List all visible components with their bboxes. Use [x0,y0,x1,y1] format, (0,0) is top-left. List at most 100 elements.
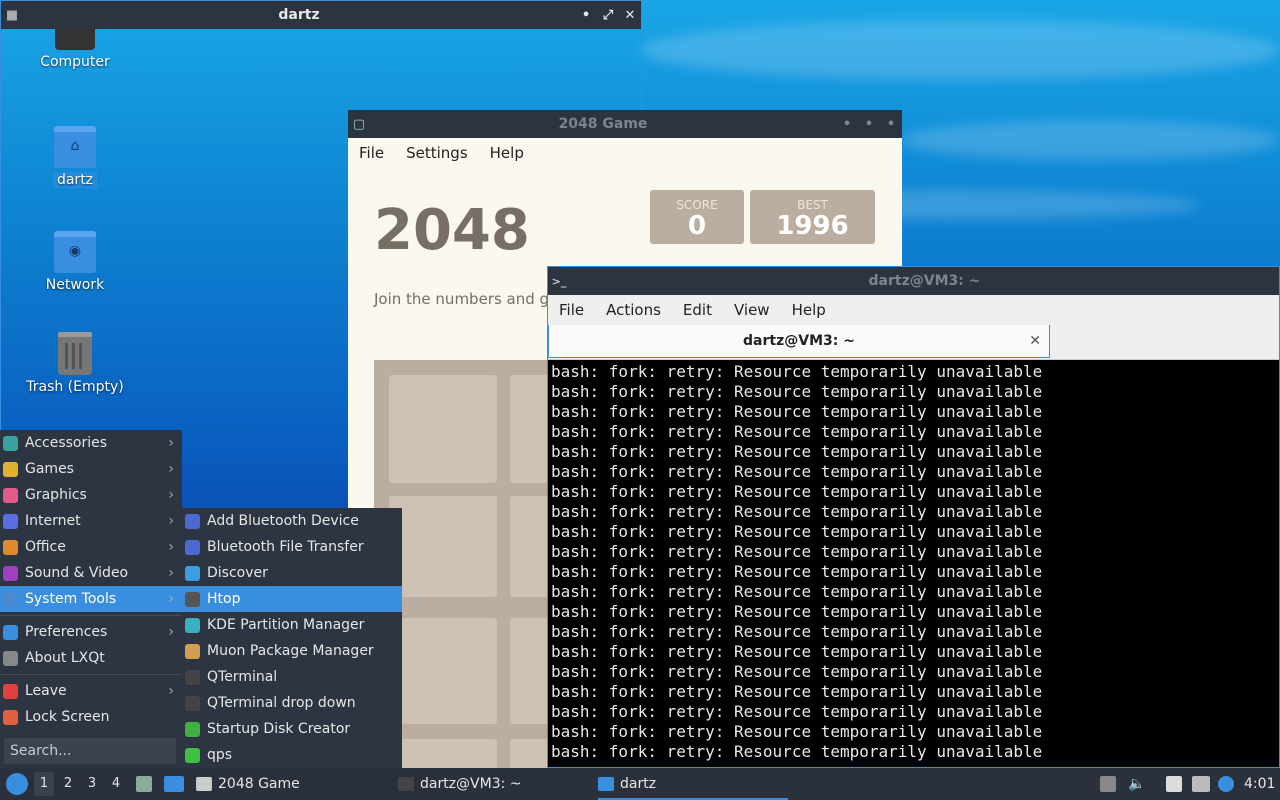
menu-item-about-lxqt[interactable]: About LXQt [0,645,182,671]
preferences-icon [3,625,18,640]
menu-item-label: QTerminal [207,669,278,685]
bluetooth-icon [185,514,200,529]
workspace-3[interactable]: 3 [82,772,102,796]
search-input[interactable]: Search... [4,738,176,764]
menu-item-qterminal-drop-down[interactable]: QTerminal drop down [182,690,402,716]
maximize-button[interactable]: • [858,117,880,132]
terminal-titlebar[interactable]: >_ dartz@VM3: ~ [548,267,1279,295]
menu-item-qterminal[interactable]: QTerminal [182,664,402,690]
menu-item-graphics[interactable]: Graphics › [0,482,182,508]
terminal-line: bash: fork: retry: Resource temporarily … [551,402,1043,421]
task-label: dartz@VM3: ~ [420,776,522,792]
window-title: dartz@VM3: ~ [868,273,981,289]
menu-item-system-tools[interactable]: System Tools › [0,586,182,612]
system-tools-icon [3,592,18,607]
menu-item-startup-disk-creator[interactable]: Startup Disk Creator [182,716,402,742]
menu-item-label: Graphics [25,487,87,503]
file-manager-titlebar[interactable]: ■ dartz • ⤢ ✕ [1,1,641,29]
menu-item-label: Muon Package Manager [207,643,374,659]
menu-item-label: Office [25,539,66,555]
menu-item-label: Lock Screen [25,709,110,725]
terminal-line: bash: fork: retry: Resource temporarily … [551,462,1043,481]
menu-edit[interactable]: Edit [672,301,723,319]
menu-item-label: Bluetooth File Transfer [207,539,364,555]
menu-item-discover[interactable]: Discover [182,560,402,586]
task-2048-game[interactable]: 2048 Game [196,768,408,800]
chevron-right-icon: › [168,565,174,581]
maximize-button[interactable]: ⤢ [597,8,619,23]
terminal-line: bash: fork: retry: Resource temporarily … [551,742,1043,761]
start-menu-icon[interactable] [6,773,28,795]
menu-item-leave[interactable]: Leave › [0,678,182,704]
volume-icon[interactable]: 🔈 [1128,768,1146,800]
menu-item-kde-partition-manager[interactable]: KDE Partition Manager [182,612,402,638]
internet-icon [3,514,18,529]
menu-item-htop[interactable]: Htop [182,586,402,612]
menu-item-accessories[interactable]: Accessories › [0,430,182,456]
chevron-right-icon: › [168,624,174,640]
terminal-line: bash: fork: retry: Resource temporarily … [551,562,1043,581]
terminal-output[interactable]: bash: fork: retry: Resource temporarily … [548,360,1279,764]
partition-icon [185,618,200,633]
close-button[interactable]: ✕ [619,8,641,23]
window-title: 2048 Game [558,116,648,132]
menu-file[interactable]: File [348,144,395,162]
disk-creator-icon [185,722,200,737]
workspace-4[interactable]: 4 [106,772,126,796]
game-board[interactable] [374,360,554,510]
package-icon [185,644,200,659]
terminal-line: bash: fork: retry: Resource temporarily … [551,442,1043,461]
terminal-window[interactable]: >_ dartz@VM3: ~ File Actions Edit View H… [547,266,1280,768]
menu-item-office[interactable]: Office › [0,534,182,560]
menu-item-sound-video[interactable]: Sound & Video › [0,560,182,586]
workspace-2[interactable]: 2 [58,772,78,796]
menu-item-label: Discover [207,565,268,581]
menu-view[interactable]: View [723,301,781,319]
close-tab-icon[interactable]: ✕ [1029,325,1041,357]
menu-item-muon-package-manager[interactable]: Muon Package Manager [182,638,402,664]
menu-settings[interactable]: Settings [395,144,479,162]
menu-item-bluetooth-file-transfer[interactable]: Bluetooth File Transfer [182,534,402,560]
game-titlebar[interactable]: ▢ 2048 Game • • • [348,110,902,138]
best-value: 1996 [776,211,849,241]
menu-item-lock-screen[interactable]: Lock Screen [0,704,182,730]
clock[interactable]: 4:01 [1244,768,1275,800]
menu-item-internet[interactable]: Internet › [0,508,182,534]
menu-item-label: Accessories [25,435,108,451]
task-label: 2048 Game [218,776,300,792]
menu-item-qps[interactable]: qps [182,742,402,768]
terminal-line: bash: fork: retry: Resource temporarily … [551,522,1043,541]
close-button[interactable]: • [880,117,902,132]
update-notifier-icon[interactable] [1218,776,1234,792]
menu-actions[interactable]: Actions [595,301,672,319]
menu-item-games[interactable]: Games › [0,456,182,482]
menu-file[interactable]: File [548,301,595,319]
lock-icon [3,710,18,725]
terminal-tab[interactable]: dartz@VM3: ~ ✕ [548,325,1050,358]
task-terminal[interactable]: dartz@VM3: ~ [398,768,610,800]
accessories-icon [3,436,18,451]
menu-item-label: qps [207,747,233,763]
file-manager-launcher-icon[interactable] [136,776,152,792]
menu-item-add-bluetooth-device[interactable]: Add Bluetooth Device [182,508,402,534]
discover-icon [185,566,200,581]
terminal-line: bash: fork: retry: Resource temporarily … [551,702,1043,721]
menu-separator [0,674,182,675]
terminal-line: bash: fork: retry: Resource temporarily … [551,382,1043,401]
terminal-menubar: File Actions Edit View Help [548,295,1279,325]
workspace-1[interactable]: 1 [34,772,54,796]
network-status-icon[interactable] [1192,776,1210,792]
menu-help[interactable]: Help [479,144,535,162]
terminal-line: bash: fork: retry: Resource temporarily … [551,362,1043,381]
terminal-icon [398,777,414,791]
menu-item-preferences[interactable]: Preferences › [0,619,182,645]
game-menubar: File Settings Help [348,138,902,168]
task-file-manager[interactable]: dartz [598,768,788,800]
show-desktop-icon[interactable] [164,776,184,792]
clipboard-icon[interactable] [1166,776,1182,792]
minimize-button[interactable]: • [836,117,858,132]
folder-icon [598,777,614,791]
menu-help[interactable]: Help [781,301,837,319]
removable-media-icon[interactable] [1100,776,1116,792]
minimize-button[interactable]: • [575,8,597,23]
